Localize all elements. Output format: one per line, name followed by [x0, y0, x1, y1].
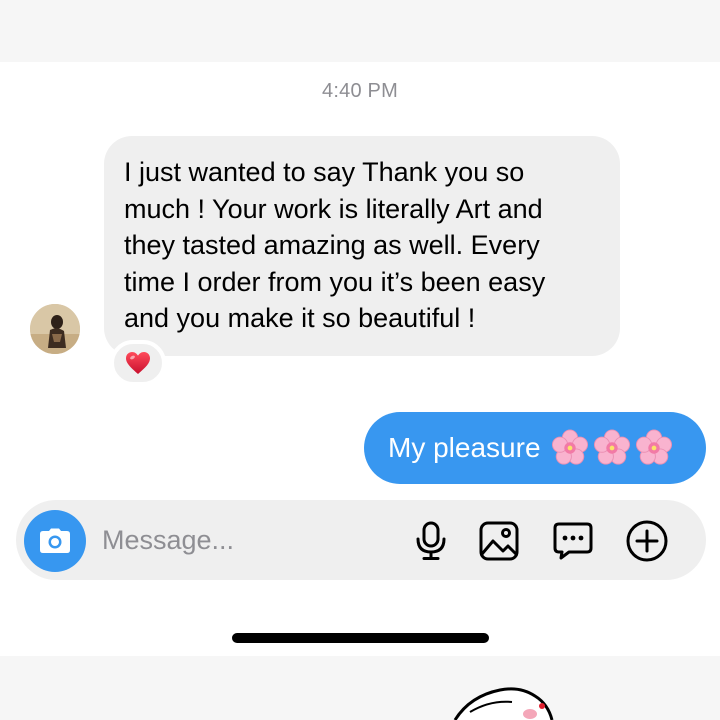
camera-button[interactable] [24, 510, 86, 572]
heart-reaction[interactable] [110, 340, 166, 386]
gallery-icon [479, 521, 519, 561]
sticker-peek-illustration [453, 687, 554, 720]
cherry-blossom-icon [593, 429, 630, 465]
cherry-blossom-icon [551, 429, 588, 465]
camera-icon [40, 528, 70, 553]
add-button[interactable] [624, 518, 670, 564]
chat-screen: 4:40 PM I just wanted to say Thank you s… [0, 0, 720, 720]
avatar[interactable] [30, 304, 80, 354]
avatar-photo [30, 304, 80, 354]
emoji-group [551, 429, 673, 467]
incoming-message-text: I just wanted to say Thank you so much !… [124, 157, 546, 333]
message-timestamp: 4:40 PM [322, 80, 398, 102]
microphone-button[interactable] [408, 518, 454, 564]
red-heart-icon [126, 352, 150, 374]
cherry-blossom-icon [635, 429, 672, 465]
outgoing-message-text: My pleasure [388, 432, 541, 463]
gallery-button[interactable] [476, 518, 522, 564]
sticker-chat-icon [553, 522, 593, 560]
outgoing-message-bubble[interactable]: My pleasure [364, 412, 706, 484]
message-input[interactable] [102, 518, 392, 562]
sticker-chat-button[interactable] [550, 518, 596, 564]
incoming-message-bubble[interactable]: I just wanted to say Thank you so much !… [104, 136, 620, 356]
top-bar [0, 0, 720, 62]
bottom-area [0, 656, 720, 720]
microphone-icon [416, 521, 446, 560]
home-indicator[interactable] [232, 633, 489, 643]
plus-icon [626, 520, 668, 562]
message-composer [16, 500, 706, 580]
